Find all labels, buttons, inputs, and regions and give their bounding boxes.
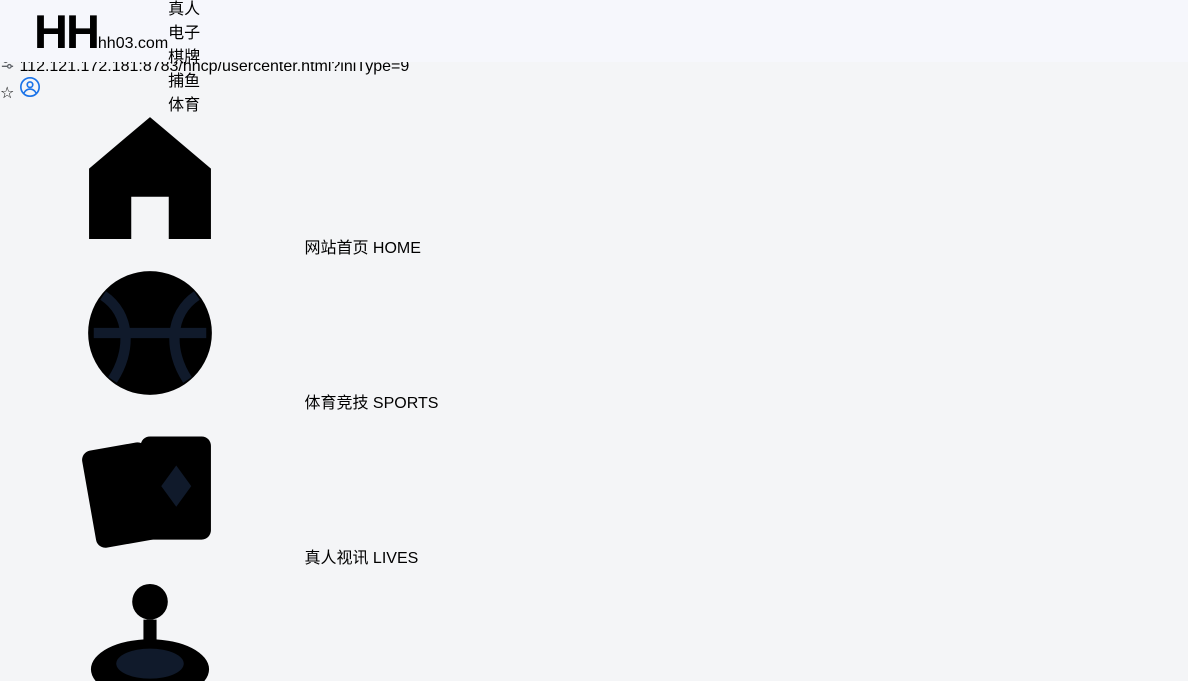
cards-icon bbox=[0, 550, 300, 567]
bookmark-star-icon[interactable]: ☆ bbox=[0, 85, 14, 102]
home-icon bbox=[0, 240, 300, 257]
game-nav-label-en: HOME bbox=[372, 240, 421, 257]
top-nav-label: 棋牌 bbox=[168, 49, 201, 66]
game-nav-item[interactable]: 电子游艺 CASINO bbox=[0, 568, 1188, 681]
game-nav-item[interactable]: 体育竞技 SPORTS bbox=[0, 258, 1188, 413]
game-nav-label-zh: 网站首页 bbox=[304, 240, 369, 257]
game-nav-label-zh: 体育竞技 bbox=[304, 395, 369, 412]
top-nav-item[interactable]: 体育 bbox=[168, 91, 200, 115]
top-nav-item[interactable]: 电子 bbox=[168, 19, 200, 43]
site-logo[interactable]: HH hh03.com bbox=[34, 8, 168, 55]
top-nav-item[interactable]: 真人 bbox=[168, 0, 200, 19]
basketball-icon bbox=[0, 395, 300, 412]
top-nav-item[interactable]: 捕鱼 bbox=[168, 67, 200, 91]
profile-icon[interactable] bbox=[19, 77, 41, 102]
top-nav-label: 捕鱼 bbox=[168, 73, 201, 90]
top-nav-item[interactable]: 棋牌 bbox=[168, 43, 200, 67]
game-nav-label-en: SPORTS bbox=[372, 395, 439, 412]
game-nav-label-en: LIVES bbox=[372, 550, 419, 567]
logo-mark: HH bbox=[34, 4, 100, 58]
game-nav-item[interactable]: 网站首页 HOME bbox=[0, 103, 1188, 258]
screen: HH hh03.com 首页 彩票 真人 电子 棋牌 捕鱼 bbox=[0, 0, 1188, 681]
site-header: HH hh03.com 首页 彩票 真人 电子 棋牌 捕鱼 bbox=[0, 0, 1188, 114]
top-nav-label: 电子 bbox=[168, 25, 201, 42]
game-navbar: 网站首页 HOME 体育竞技 SPORTS 真人视讯 LIVES 电子游艺 CA… bbox=[0, 103, 1188, 681]
logo-domain: hh03.com bbox=[97, 34, 169, 52]
site-top-nav: 首页 彩票 真人 电子 棋牌 捕鱼 体育 bbox=[168, 0, 200, 115]
game-nav-item[interactable]: 真人视讯 LIVES bbox=[0, 413, 1188, 568]
top-nav-label: 体育 bbox=[168, 97, 201, 114]
top-nav-label: 真人 bbox=[168, 1, 201, 18]
game-nav-label-zh: 真人视讯 bbox=[304, 550, 369, 567]
